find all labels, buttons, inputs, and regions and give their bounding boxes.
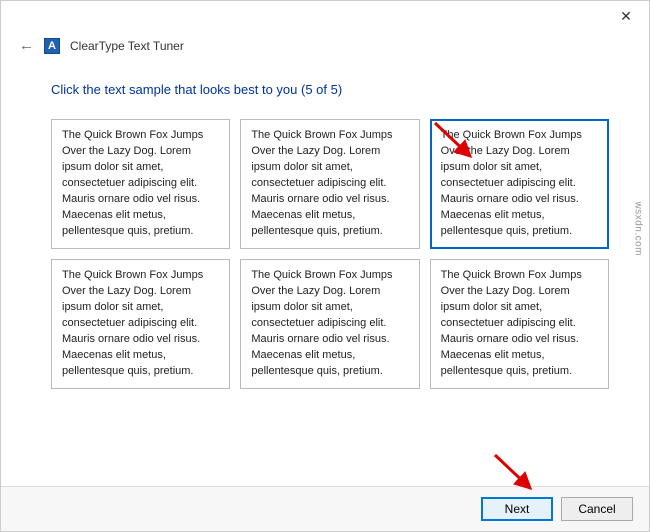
titlebar: ✕ — [1, 1, 649, 31]
back-arrow-icon[interactable]: ← — [19, 37, 34, 54]
app-title: ClearType Text Tuner — [70, 39, 184, 53]
sample-grid: The Quick Brown Fox Jumps Over the Lazy … — [51, 119, 609, 389]
content-area: Click the text sample that looks best to… — [1, 54, 649, 486]
cancel-button[interactable]: Cancel — [561, 497, 633, 521]
text-sample-5[interactable]: The Quick Brown Fox Jumps Over the Lazy … — [240, 259, 419, 389]
instruction-text: Click the text sample that looks best to… — [51, 82, 609, 97]
cleartype-tuner-window: ✕ ← A ClearType Text Tuner Click the tex… — [0, 0, 650, 532]
text-sample-6[interactable]: The Quick Brown Fox Jumps Over the Lazy … — [430, 259, 609, 389]
footer-buttons: Next Cancel — [1, 486, 649, 531]
text-sample-3[interactable]: The Quick Brown Fox Jumps Over the Lazy … — [430, 119, 609, 249]
next-button[interactable]: Next — [481, 497, 553, 521]
watermark-text: wsxdn.com — [633, 201, 644, 256]
text-sample-4[interactable]: The Quick Brown Fox Jumps Over the Lazy … — [51, 259, 230, 389]
text-sample-1[interactable]: The Quick Brown Fox Jumps Over the Lazy … — [51, 119, 230, 249]
text-sample-2[interactable]: The Quick Brown Fox Jumps Over the Lazy … — [240, 119, 419, 249]
close-button[interactable]: ✕ — [611, 8, 641, 25]
app-icon: A — [44, 38, 60, 54]
header-row: ← A ClearType Text Tuner — [1, 31, 649, 54]
